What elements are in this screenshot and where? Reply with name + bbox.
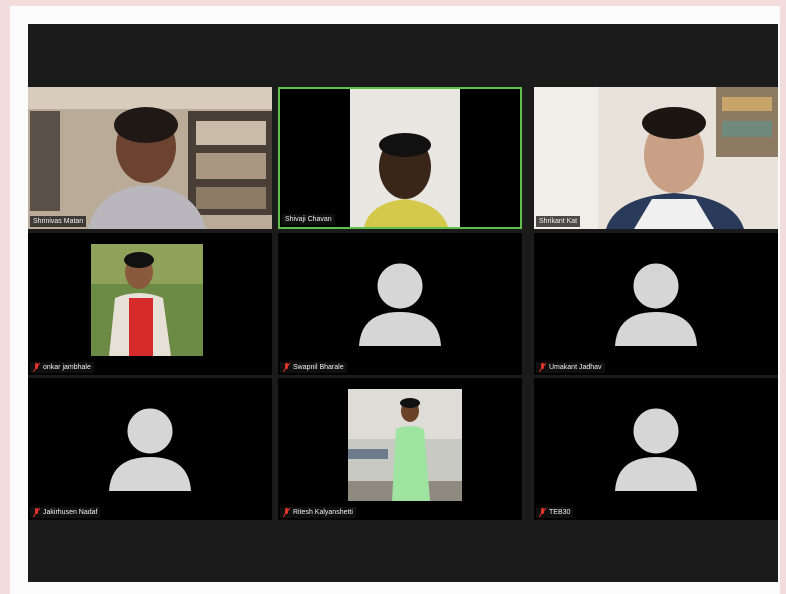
person-avatar-icon <box>109 407 191 491</box>
participant-tile-onkar-jambhale[interactable]: onkar jambhale <box>28 233 272 375</box>
person-avatar-icon <box>359 262 441 346</box>
participant-tile-jakirhusen-nadaf[interactable]: Jakirhusen Nadaf <box>28 378 272 520</box>
participant-video-shrikant-kat <box>534 87 778 229</box>
participant-name-label: Swapnil Bharale <box>280 362 347 373</box>
participant-video-shivaji-chavan <box>280 89 520 227</box>
muted-mic-icon <box>33 363 40 372</box>
participant-name-label: onkar jambhale <box>30 362 94 373</box>
person-avatar-icon <box>615 262 697 346</box>
participant-name-label: Jakirhusen Nadaf <box>30 507 101 518</box>
participant-video-shrinivas-matan <box>28 87 272 229</box>
participant-tile-umakant-jadhav[interactable]: Umakant Jadhav <box>534 233 778 375</box>
participant-name-label: Shrinivas Matan <box>30 216 87 227</box>
participant-tile-teb30[interactable]: TEB30 <box>534 378 778 520</box>
participant-name-label: TEB30 <box>536 507 574 518</box>
participant-name-label: Umakant Jadhav <box>536 362 605 373</box>
muted-mic-icon <box>539 508 546 517</box>
participant-name-label: Shrikant Kat <box>536 216 581 227</box>
participant-tile-swapnil-bharale[interactable]: Swapnil Bharale <box>278 233 522 375</box>
participant-tile-shrinivas-matan[interactable]: Shrinivas Matan <box>28 87 272 229</box>
participant-name-label: Shivaji Chavan <box>282 214 335 225</box>
video-gallery: Shrinivas Matan Shivaji Chavan Shrikant … <box>28 24 778 582</box>
participant-tile-shrikant-kat[interactable]: Shrikant Kat <box>534 87 778 229</box>
person-avatar-icon <box>615 407 697 491</box>
participant-tile-shivaji-chavan[interactable]: Shivaji Chavan <box>278 87 522 229</box>
muted-mic-icon <box>283 508 290 517</box>
participant-tile-ritesh-kalyanshetti[interactable]: Ritesh Kalyanshetti <box>278 378 522 520</box>
muted-mic-icon <box>539 363 546 372</box>
muted-mic-icon <box>283 363 290 372</box>
muted-mic-icon <box>33 508 40 517</box>
participant-video-onkar-jambhale <box>91 244 203 356</box>
participant-name-label: Ritesh Kalyanshetti <box>280 507 356 518</box>
participant-video-ritesh-kalyanshetti <box>348 389 462 501</box>
